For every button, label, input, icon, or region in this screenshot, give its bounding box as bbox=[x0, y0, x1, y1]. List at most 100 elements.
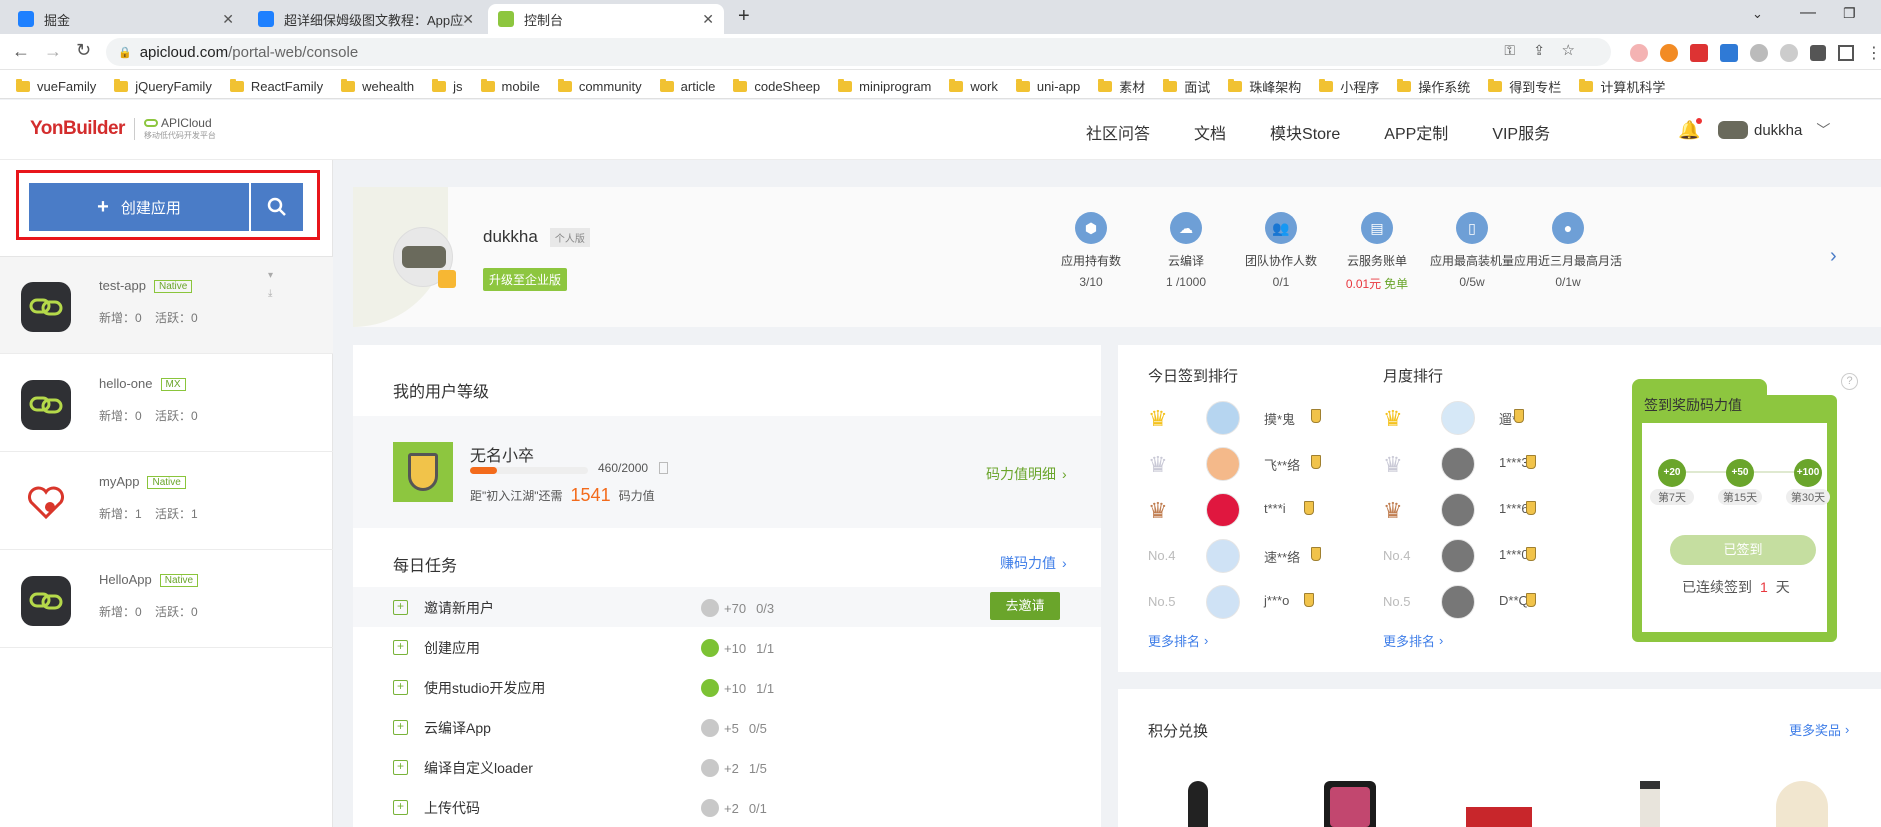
bookmark-item[interactable]: 操作系统 bbox=[1397, 77, 1470, 96]
close-tab-icon[interactable]: ✕ bbox=[702, 11, 714, 28]
rank-row[interactable]: ♛ 1***6 bbox=[1353, 489, 1588, 533]
nav-item[interactable]: APP定制 bbox=[1384, 120, 1448, 144]
profile-stat[interactable]: ☁ 云编译 1 /1000 bbox=[1131, 212, 1241, 289]
rank-row[interactable]: ♛ t***i bbox=[1118, 489, 1353, 533]
bookmark-item[interactable]: 面试 bbox=[1163, 77, 1210, 96]
bookmark-item[interactable]: vueFamily bbox=[16, 79, 96, 94]
minimize-icon[interactable]: — bbox=[1800, 4, 1816, 22]
profile-stat[interactable]: ▯ 应用最高装机量 0/5w bbox=[1417, 212, 1527, 289]
rank-row[interactable]: ♛ 摸*鬼 bbox=[1118, 397, 1353, 441]
create-app-button[interactable]: + 创建应用 bbox=[29, 183, 249, 231]
invite-button[interactable]: 去邀请 bbox=[990, 592, 1060, 620]
nav-item[interactable]: 模块Store bbox=[1270, 120, 1340, 144]
avatar bbox=[1206, 447, 1240, 481]
mouse-product-image[interactable] bbox=[1188, 781, 1208, 827]
menu-icon[interactable]: ⋮ bbox=[1866, 43, 1881, 63]
checkin-button[interactable]: 已签到 bbox=[1670, 535, 1816, 565]
next-arrow-icon[interactable]: › bbox=[1830, 245, 1837, 268]
profile-stat[interactable]: ● 应用近三月最高月活 0/1w bbox=[1513, 212, 1623, 289]
app-list-item[interactable]: HelloApp Native 新增：0 活跃：0 bbox=[0, 551, 333, 648]
nav-item[interactable]: VIP服务 bbox=[1492, 120, 1550, 144]
bottle-product-image[interactable] bbox=[1640, 781, 1660, 827]
rank-row[interactable]: No.5 j***o bbox=[1118, 581, 1353, 625]
bookmark-item[interactable]: codeSheep bbox=[733, 79, 820, 94]
bookmark-item[interactable]: jQueryFamily bbox=[114, 79, 212, 94]
logo[interactable]: YonBuilder APICloud 移动低代码开发平台 bbox=[30, 116, 216, 141]
close-tab-icon[interactable]: ✕ bbox=[222, 11, 234, 28]
phone-product-image[interactable] bbox=[1324, 781, 1376, 827]
fan-product-image[interactable] bbox=[1776, 781, 1828, 827]
bookmark-item[interactable]: 小程序 bbox=[1319, 77, 1379, 96]
extensions-puzzle-icon[interactable] bbox=[1810, 45, 1826, 61]
browser-tab[interactable]: 掘金 ✕ bbox=[8, 4, 244, 34]
share-icon[interactable]: ⇪ bbox=[1533, 42, 1545, 59]
extension-icon[interactable] bbox=[1690, 44, 1708, 62]
task-row: + 使用studio开发应用 +10 1/1 bbox=[353, 667, 1101, 707]
bookmark-item[interactable]: 珠峰架构 bbox=[1228, 77, 1301, 96]
close-tab-icon[interactable]: ✕ bbox=[462, 11, 474, 28]
extension-icon[interactable] bbox=[1720, 44, 1738, 62]
browser-tab-active[interactable]: 控制台 ✕ bbox=[488, 4, 724, 34]
profile-avatar[interactable] bbox=[393, 227, 456, 288]
extension-icon[interactable] bbox=[1660, 44, 1678, 62]
reload-icon[interactable]: ↻ bbox=[76, 40, 91, 61]
search-app-button[interactable] bbox=[251, 183, 303, 231]
app-list-item[interactable]: test-app Native 新增：0 活跃：0 ▾ ⤓ bbox=[0, 257, 333, 354]
earn-points-link[interactable]: 赚码力值 › bbox=[1000, 553, 1067, 573]
drinks-product-image[interactable] bbox=[1466, 807, 1532, 827]
rank-row[interactable]: ♛ 遛* bbox=[1353, 397, 1588, 441]
app-list-item[interactable]: myApp Native 新增：1 活跃：1 bbox=[0, 453, 333, 550]
bookmark-item[interactable]: article bbox=[659, 79, 715, 94]
today-rank-title: 今日签到排行 bbox=[1148, 368, 1239, 385]
pin-icon[interactable]: ▾ bbox=[268, 270, 273, 281]
bookmark-item[interactable]: wehealth bbox=[341, 79, 414, 94]
extension-icon[interactable] bbox=[1780, 44, 1798, 62]
bookmark-item[interactable]: work bbox=[949, 79, 998, 94]
key-icon[interactable]: ⚿ bbox=[1504, 42, 1515, 59]
level-detail-link[interactable]: 码力值明细 › bbox=[986, 464, 1067, 484]
bookmark-item[interactable]: ReactFamily bbox=[229, 79, 323, 94]
browser-tab[interactable]: 超详细保姆级图文教程：App应用 ✕ bbox=[248, 4, 484, 34]
rank-row[interactable]: No.5 D**Q bbox=[1353, 581, 1588, 625]
user-menu[interactable]: dukkha ﹀ bbox=[1718, 120, 1830, 140]
more-prizes-link[interactable]: 更多奖品 › bbox=[1789, 720, 1849, 739]
bookmark-item[interactable]: mobile bbox=[480, 79, 540, 94]
bookmark-item[interactable]: 得到专栏 bbox=[1488, 77, 1561, 96]
profile-stat[interactable]: ▤ 云服务账单 0.01元 免单 bbox=[1322, 212, 1432, 292]
month-more-link[interactable]: 更多排名 › bbox=[1383, 631, 1443, 650]
bookmark-item[interactable]: 计算机科学 bbox=[1579, 77, 1665, 96]
notification-bell-icon[interactable]: 🔔 bbox=[1678, 118, 1703, 141]
forward-icon[interactable]: → bbox=[44, 41, 62, 62]
tab-search-icon[interactable]: ⌄ bbox=[1752, 6, 1763, 22]
bookmark-item[interactable]: uni-app bbox=[1015, 79, 1080, 94]
rank-row[interactable]: ♛ 飞**络 bbox=[1118, 443, 1353, 487]
url-field[interactable]: 🔒 apicloud.com /portal-web/console ⚿ ⇪ ☆ bbox=[106, 38, 1611, 66]
reward-badge: +100 bbox=[1794, 459, 1822, 487]
nav-item[interactable]: 文档 bbox=[1194, 120, 1226, 144]
extension-icon[interactable] bbox=[1630, 44, 1648, 62]
extension-icon[interactable] bbox=[1750, 44, 1768, 62]
bookmark-star-icon[interactable]: ☆ bbox=[1562, 41, 1575, 59]
app-list-item[interactable]: hello-one MX 新增：0 活跃：0 bbox=[0, 355, 333, 452]
download-icon[interactable]: ⤓ bbox=[268, 288, 272, 299]
side-panel-icon[interactable] bbox=[1838, 45, 1854, 61]
help-icon[interactable]: ? bbox=[1841, 373, 1858, 390]
nav-item[interactable]: 社区问答 bbox=[1086, 120, 1150, 144]
upgrade-button[interactable]: 升级至企业版 bbox=[483, 268, 568, 291]
bookmark-item[interactable]: miniprogram bbox=[838, 79, 931, 94]
rank-row[interactable]: No.4 1***0 bbox=[1353, 535, 1588, 579]
profile-stat[interactable]: 👥 团队协作人数 0/1 bbox=[1226, 212, 1336, 289]
rank-row[interactable]: No.4 速**络 bbox=[1118, 535, 1353, 579]
new-tab-icon[interactable]: + bbox=[738, 5, 750, 28]
restore-icon[interactable]: ❐ bbox=[1843, 5, 1856, 22]
bookmark-item[interactable]: 素材 bbox=[1098, 77, 1145, 96]
bookmark-item[interactable]: js bbox=[432, 79, 463, 94]
avatar bbox=[1441, 585, 1475, 619]
back-icon[interactable]: ← bbox=[12, 41, 30, 62]
cube-icon: ⬢ bbox=[1075, 212, 1107, 244]
profile-stat[interactable]: ⬢ 应用持有数 3/10 bbox=[1036, 212, 1146, 289]
today-more-link[interactable]: 更多排名 › bbox=[1148, 631, 1208, 650]
rank-row[interactable]: ♛ 1***3 bbox=[1353, 443, 1588, 487]
bookmark-item[interactable]: community bbox=[557, 79, 642, 94]
exchange-title: 积分兑换 bbox=[1148, 723, 1209, 740]
